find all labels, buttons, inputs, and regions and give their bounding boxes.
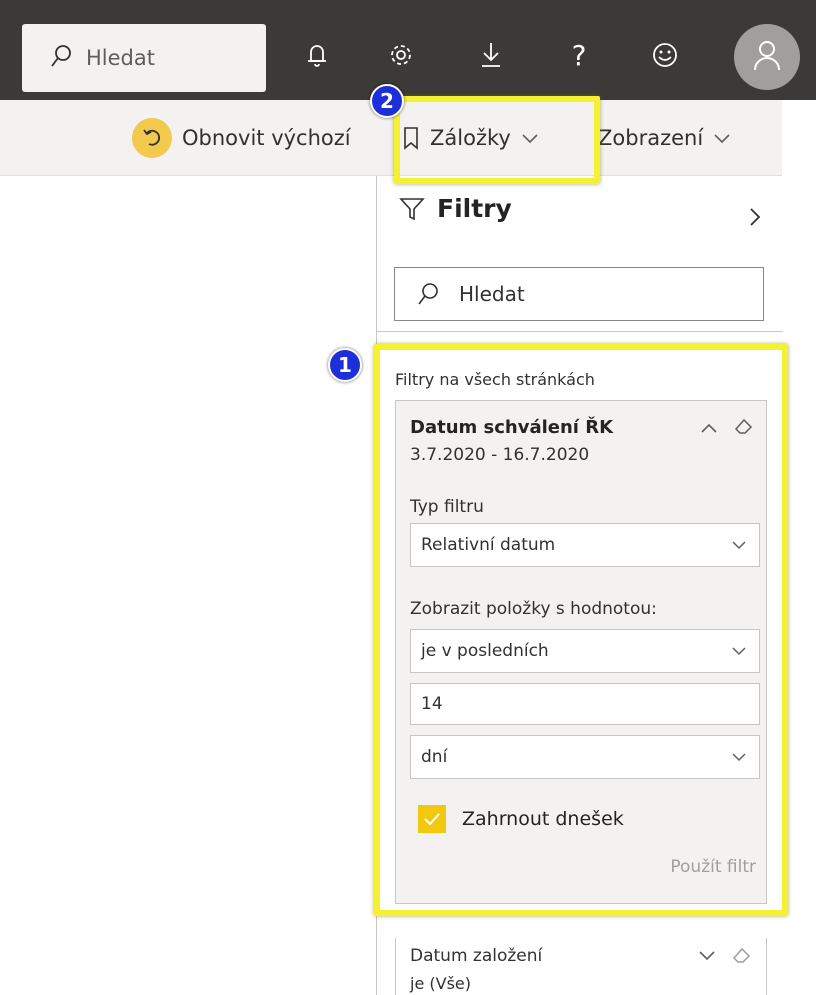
global-search-label: Hledat — [86, 46, 155, 70]
top-bar: Hledat ? — [0, 0, 816, 100]
undo-icon — [132, 118, 172, 158]
smiley-icon[interactable] — [642, 32, 688, 78]
reset-default-label: Obnovit výchozí — [182, 126, 351, 150]
reset-default-button[interactable]: Obnovit výchozí — [132, 118, 351, 158]
search-icon — [417, 282, 439, 306]
bell-icon[interactable] — [294, 32, 340, 78]
chevron-down-icon — [713, 132, 731, 144]
filter-card[interactable]: Datum založení je (Vše) — [395, 938, 767, 995]
chevron-right-icon[interactable] — [748, 206, 762, 232]
callout-badge: 2 — [370, 84, 404, 118]
view-label: Zobrazení — [598, 126, 704, 150]
gear-icon[interactable] — [378, 32, 424, 78]
filters-title-text: Filtry — [437, 194, 512, 223]
avatar[interactable] — [734, 24, 800, 90]
highlight-box-filter-card — [374, 344, 788, 916]
eraser-icon[interactable] — [732, 946, 752, 968]
help-icon[interactable]: ? — [556, 32, 602, 78]
chevron-down-icon[interactable] — [698, 946, 716, 968]
filters-search-placeholder: Hledat — [459, 282, 525, 306]
filter-card-summary: je (Vše) — [410, 974, 471, 993]
download-icon[interactable] — [468, 32, 514, 78]
person-icon — [752, 39, 782, 75]
filter-card-title: Datum založení — [410, 946, 543, 966]
callout-badge: 1 — [328, 348, 362, 382]
filter-icon — [399, 196, 425, 222]
filters-search-input[interactable]: Hledat — [394, 267, 764, 321]
global-search-box[interactable]: Hledat — [22, 24, 266, 92]
highlight-box-bookmarks — [394, 96, 600, 184]
filter-card-actions — [698, 946, 752, 968]
divider — [377, 331, 783, 332]
filters-pane-title: Filtry — [399, 194, 512, 223]
view-button[interactable]: Zobrazení — [598, 118, 731, 158]
search-icon — [50, 44, 72, 72]
